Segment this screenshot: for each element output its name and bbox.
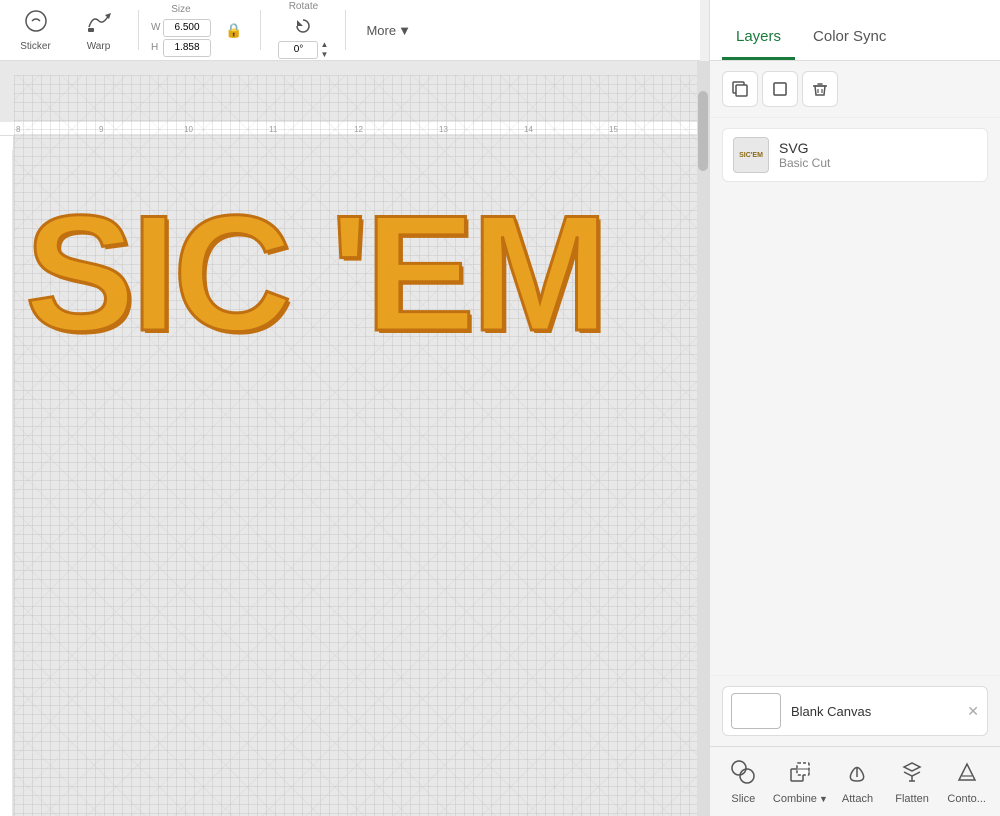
- tab-colorsync[interactable]: Color Sync: [799, 18, 900, 60]
- slice-label: Slice: [731, 793, 755, 805]
- h-label: H: [151, 42, 161, 53]
- layer-thumbnail: SIC'EM: [733, 137, 769, 173]
- flatten-button[interactable]: Flatten: [887, 759, 937, 805]
- tab-layers[interactable]: Layers: [722, 18, 795, 60]
- thumb-text: SIC'EM: [739, 152, 763, 159]
- bottom-toolbar: Slice Combine ▼ Attach: [710, 746, 1000, 816]
- combine-dropdown-icon: ▼: [819, 794, 828, 804]
- scrollbar-thumb[interactable]: [698, 91, 708, 171]
- flatten-icon: [899, 759, 925, 791]
- canvas-area: 8 9 10 11 12 13 14 15 SIC 'EM: [0, 61, 700, 816]
- ruler-left: [0, 136, 14, 816]
- layer-type: Basic Cut: [779, 156, 830, 170]
- flatten-label: Flatten: [895, 793, 929, 805]
- separator-3: [345, 10, 346, 50]
- blank-canvas-section: Blank Canvas ✕: [710, 675, 1000, 746]
- layers-list: SIC'EM SVG Basic Cut: [710, 118, 1000, 675]
- combine-label: Combine: [773, 793, 817, 805]
- slice-icon: [730, 759, 756, 791]
- warp-label: Warp: [87, 41, 111, 52]
- slice-button[interactable]: Slice: [718, 759, 768, 805]
- rotate-down[interactable]: ▼: [320, 50, 328, 59]
- sicem-text[interactable]: SIC 'EM: [25, 191, 605, 356]
- rotate-arrows[interactable]: ▲ ▼: [320, 40, 328, 59]
- rotate-group: Rotate ▲ ▼: [273, 1, 333, 59]
- blank-canvas-thumbnail: [731, 693, 781, 729]
- w-label: W: [151, 22, 161, 33]
- rotate-icon: [293, 16, 313, 36]
- sticker-tool[interactable]: Sticker: [8, 5, 63, 56]
- blank-canvas-label: Blank Canvas: [791, 704, 871, 719]
- layer-name: SVG: [779, 140, 830, 156]
- separator-2: [260, 10, 261, 50]
- blank-canvas-item[interactable]: Blank Canvas ✕: [722, 686, 988, 736]
- contour-icon: [954, 759, 980, 791]
- combine-with-arrow[interactable]: Combine ▼: [773, 793, 828, 805]
- warp-icon: [85, 9, 113, 39]
- combine-icon: [787, 759, 813, 791]
- contour-label: Conto...: [947, 793, 986, 805]
- paste-button[interactable]: [762, 71, 798, 107]
- rotate-up[interactable]: ▲: [320, 40, 328, 49]
- layer-info: SVG Basic Cut: [779, 140, 830, 170]
- tabs: Layers Color Sync: [710, 0, 1000, 61]
- copy-button[interactable]: [722, 71, 758, 107]
- warp-tool[interactable]: Warp: [71, 5, 126, 56]
- layer-item-svg[interactable]: SIC'EM SVG Basic Cut: [722, 128, 988, 182]
- height-input[interactable]: [163, 39, 211, 57]
- more-chevron-icon: ▼: [398, 23, 411, 38]
- sticker-icon: [24, 9, 48, 39]
- vertical-scrollbar[interactable]: [697, 61, 709, 816]
- size-label: Size: [171, 4, 190, 15]
- attach-label: Attach: [842, 793, 873, 805]
- lock-group[interactable]: 🔒: [221, 22, 246, 39]
- attach-button[interactable]: Attach: [832, 759, 882, 805]
- rotate-input[interactable]: [278, 41, 318, 59]
- panel-icons: [710, 61, 1000, 118]
- width-input[interactable]: [163, 19, 211, 37]
- right-panel: Layers Color Sync: [709, 0, 1000, 816]
- combine-button[interactable]: Combine ▼: [773, 759, 828, 805]
- size-group: Size W H: [151, 4, 211, 57]
- close-blank-canvas-icon[interactable]: ✕: [967, 703, 979, 720]
- separator-1: [138, 10, 139, 50]
- attach-icon: [844, 759, 870, 791]
- rotate-label: Rotate: [289, 1, 318, 12]
- lock-icon: 🔒: [225, 22, 242, 39]
- more-button[interactable]: More ▼: [358, 19, 419, 42]
- sticker-label: Sticker: [20, 41, 51, 52]
- delete-button[interactable]: [802, 71, 838, 107]
- contour-button[interactable]: Conto...: [942, 759, 992, 805]
- more-label: More: [366, 23, 396, 38]
- top-toolbar: Sticker Warp Size W H 🔒 Rotate: [0, 0, 700, 61]
